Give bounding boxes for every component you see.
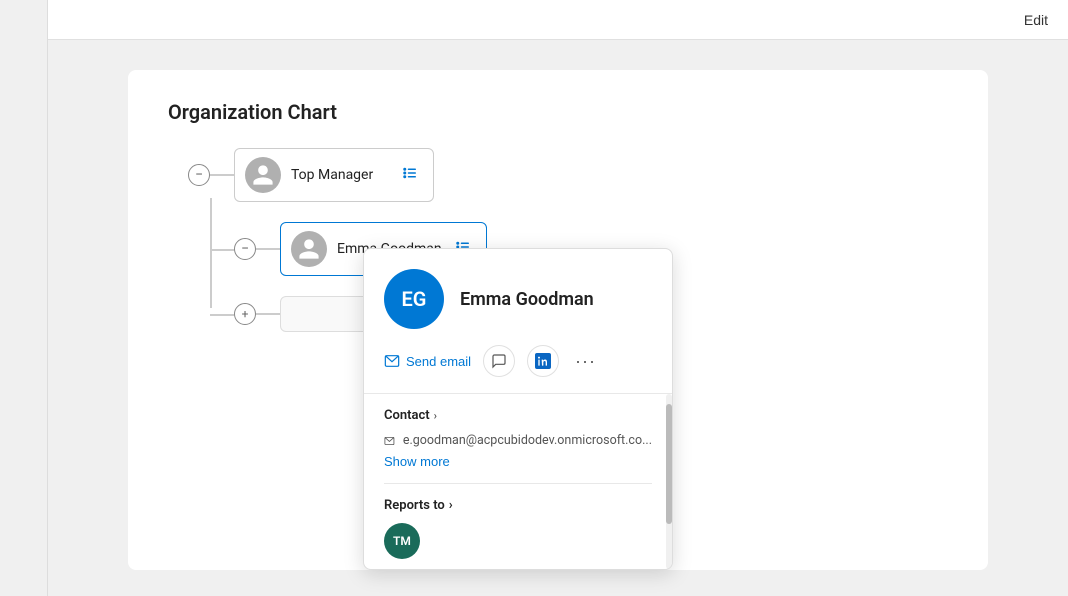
org-chart-title: Organization Chart	[168, 100, 948, 124]
contact-email-value: e.goodman@acpcubidodev.onmicrosoft.co...	[403, 433, 652, 448]
contact-section: Contact › e.goodman@acpcubidodev.onmicro…	[364, 394, 672, 483]
contact-email-row: e.goodman@acpcubidodev.onmicrosoft.co...	[384, 433, 652, 448]
emma-expand[interactable]: −	[234, 238, 256, 260]
connector-h-top	[210, 174, 234, 176]
popup-body: Contact › e.goodman@acpcubidodev.onmicro…	[364, 394, 672, 569]
reports-to-section: Reports to › TM	[364, 484, 672, 569]
top-manager-name: Top Manager	[291, 167, 389, 183]
top-manager-avatar	[245, 157, 281, 193]
connector-h-emma	[256, 248, 280, 250]
top-manager-expand[interactable]: −	[188, 164, 210, 186]
top-manager-node[interactable]: Top Manager	[234, 148, 434, 202]
edit-button[interactable]: Edit	[1024, 12, 1048, 28]
reports-to-header[interactable]: Reports to ›	[384, 498, 652, 513]
top-bar: Edit	[0, 0, 1068, 40]
contact-section-header[interactable]: Contact ›	[384, 408, 652, 423]
chat-button[interactable]	[483, 345, 515, 377]
email-icon	[384, 353, 400, 369]
linkedin-button[interactable]	[527, 345, 559, 377]
popup-avatar: EG	[384, 269, 444, 329]
show-more-button[interactable]: Show more	[384, 454, 450, 469]
reports-to-avatar: TM	[384, 523, 420, 559]
popup-person-name: Emma Goodman	[460, 289, 594, 310]
org-chart-container: Organization Chart − Top Manager	[128, 70, 988, 570]
person-icon	[251, 163, 275, 187]
popup-actions: Send email ···	[364, 345, 672, 394]
more-options-button[interactable]: ···	[571, 351, 600, 372]
top-manager-row: − Top Manager	[188, 148, 948, 202]
contact-email-icon	[384, 434, 395, 448]
top-manager-list-icon[interactable]	[401, 164, 419, 186]
reports-to-chevron: ›	[449, 498, 453, 513]
reports-preview: TM	[384, 523, 652, 559]
linkedin-icon	[535, 353, 551, 369]
popup-scrollbar[interactable]	[666, 394, 672, 569]
chat-icon	[491, 353, 507, 369]
contact-chevron: ›	[434, 409, 437, 422]
main-content: Organization Chart − Top Manager	[48, 40, 1068, 596]
person-icon-emma	[297, 237, 321, 261]
emma-avatar	[291, 231, 327, 267]
send-email-button[interactable]: Send email	[384, 353, 471, 369]
popup-card: EG Emma Goodman Send email	[363, 248, 673, 570]
left-sidebar	[0, 0, 48, 596]
popup-scrollbar-thumb	[666, 404, 672, 524]
popup-header: EG Emma Goodman	[364, 249, 672, 345]
